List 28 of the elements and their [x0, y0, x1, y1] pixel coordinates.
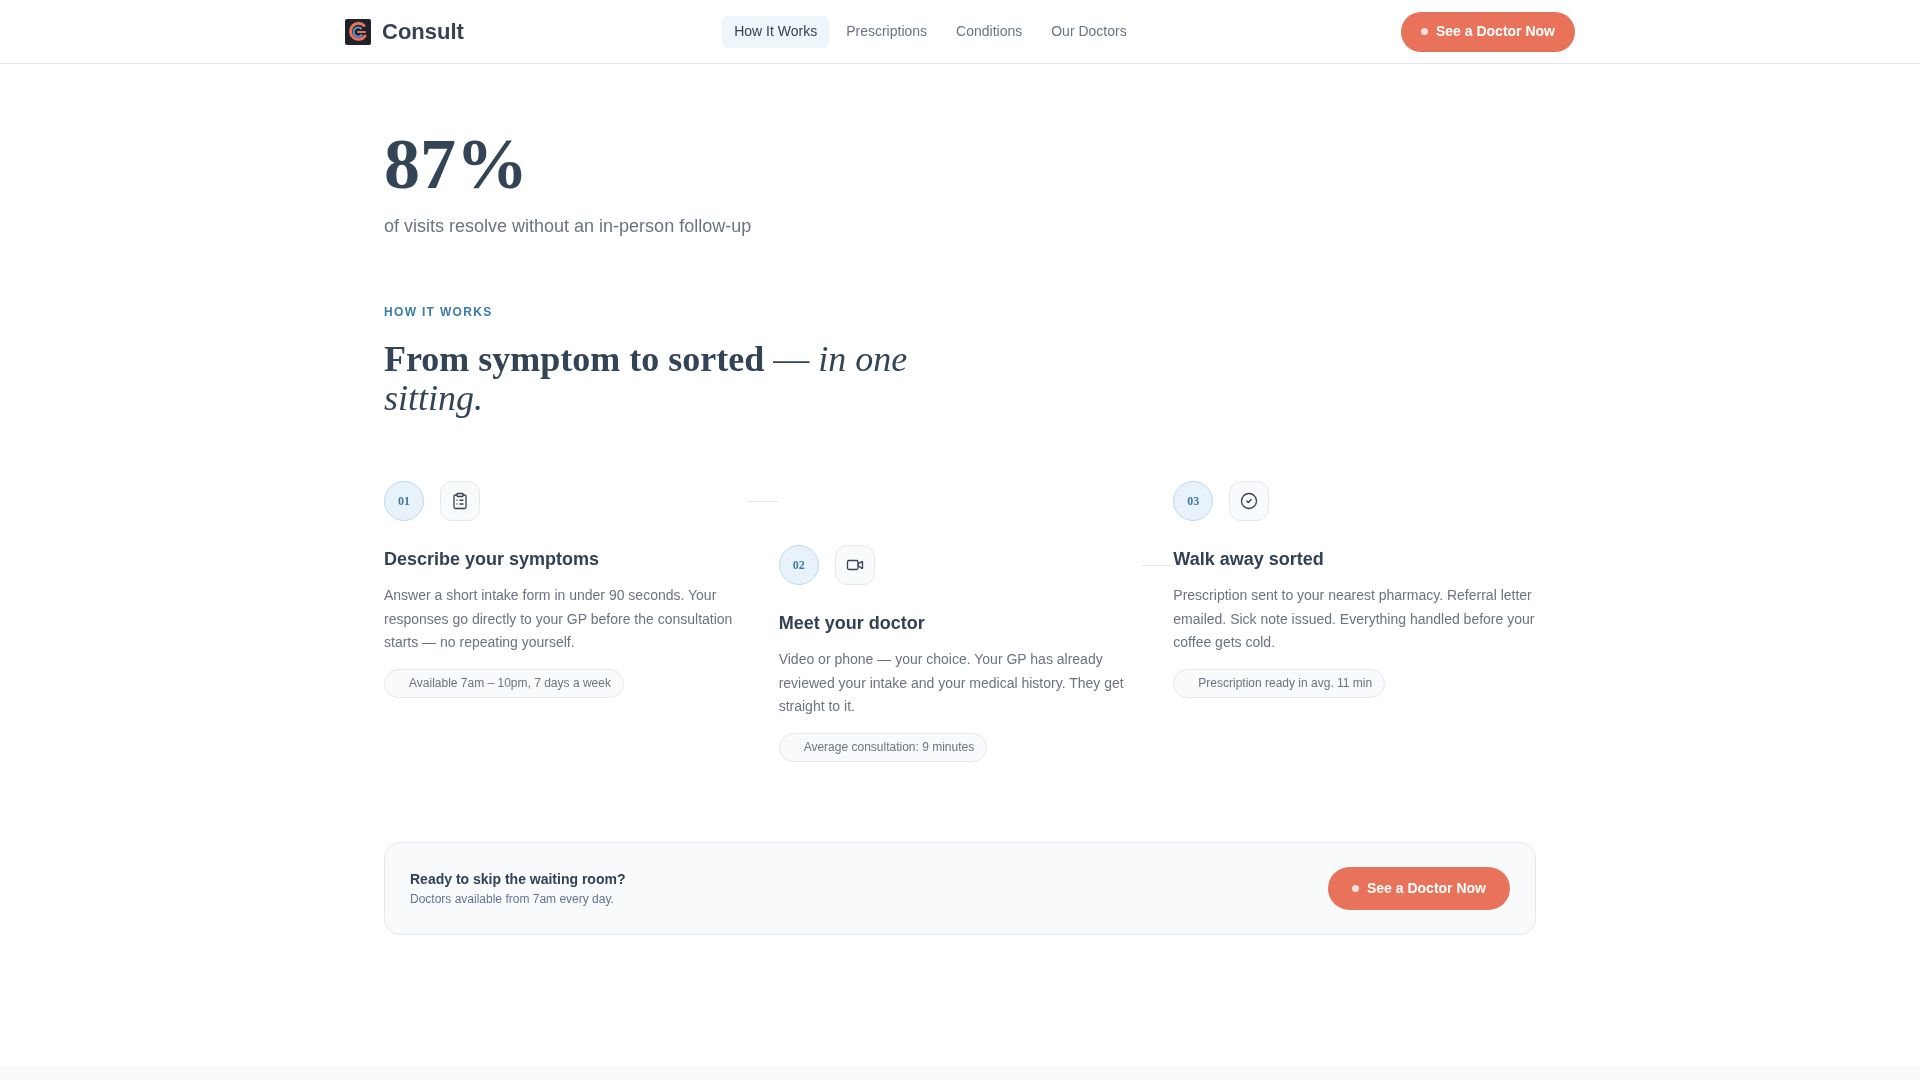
logo-icon	[345, 18, 371, 45]
nav-link[interactable]: Conditions	[944, 15, 1035, 48]
see-doctor-button[interactable]: See a Doctor Now	[1400, 11, 1575, 52]
nav-link[interactable]: Our Doctors	[1039, 15, 1139, 48]
step-title: Meet your doctor	[778, 612, 925, 635]
cta-title: Ready to skip the waiting room?	[410, 870, 626, 889]
step-number: 02	[778, 545, 819, 585]
step-description: Prescription sent to your nearest pharmacy. Referral letter emailed. Sick note issued. Everything handled before your coffee gets cold.	[1173, 586, 1536, 652]
step-title: Describe your symptoms	[384, 548, 600, 571]
clipboard-icon	[440, 481, 480, 521]
stat-value: 87%	[384, 128, 529, 200]
step-tag: Available 7am – 10pm, 7 days a week	[384, 668, 624, 698]
cta-subtitle: Doctors available from 7am every day.	[410, 891, 615, 907]
step-number: 01	[384, 481, 424, 521]
section-heading: From symptom to sorted — in one sitting.	[384, 340, 909, 417]
step-description: Video or phone — your choice. Your GP has already reviewed your intake and your medical history. They get straight to it.	[778, 650, 1125, 716]
section-eyebrow: HOW IT WORKS	[384, 304, 494, 320]
nav-link[interactable]: How It Works	[722, 15, 830, 48]
step-number: 03	[1173, 481, 1214, 521]
see-doctor-button[interactable]: See a Doctor Now	[1327, 866, 1510, 910]
step-tag: Prescription ready in avg. 11 min	[1173, 668, 1386, 698]
stat-caption: of visits resolve without an in-person follow-up	[384, 215, 753, 238]
step-description: Answer a short intake form in under 90 seconds. Your responses go directly to your GP before the consultation starts — no repeating yourself.	[384, 586, 734, 652]
step-title: Walk away sorted	[1173, 548, 1324, 571]
step-tag: Average consultation: 9 minutes	[778, 732, 988, 762]
video-camera-icon	[834, 545, 875, 585]
brand-name: Consult	[382, 18, 464, 46]
nav-link[interactable]: Prescriptions	[834, 15, 940, 48]
